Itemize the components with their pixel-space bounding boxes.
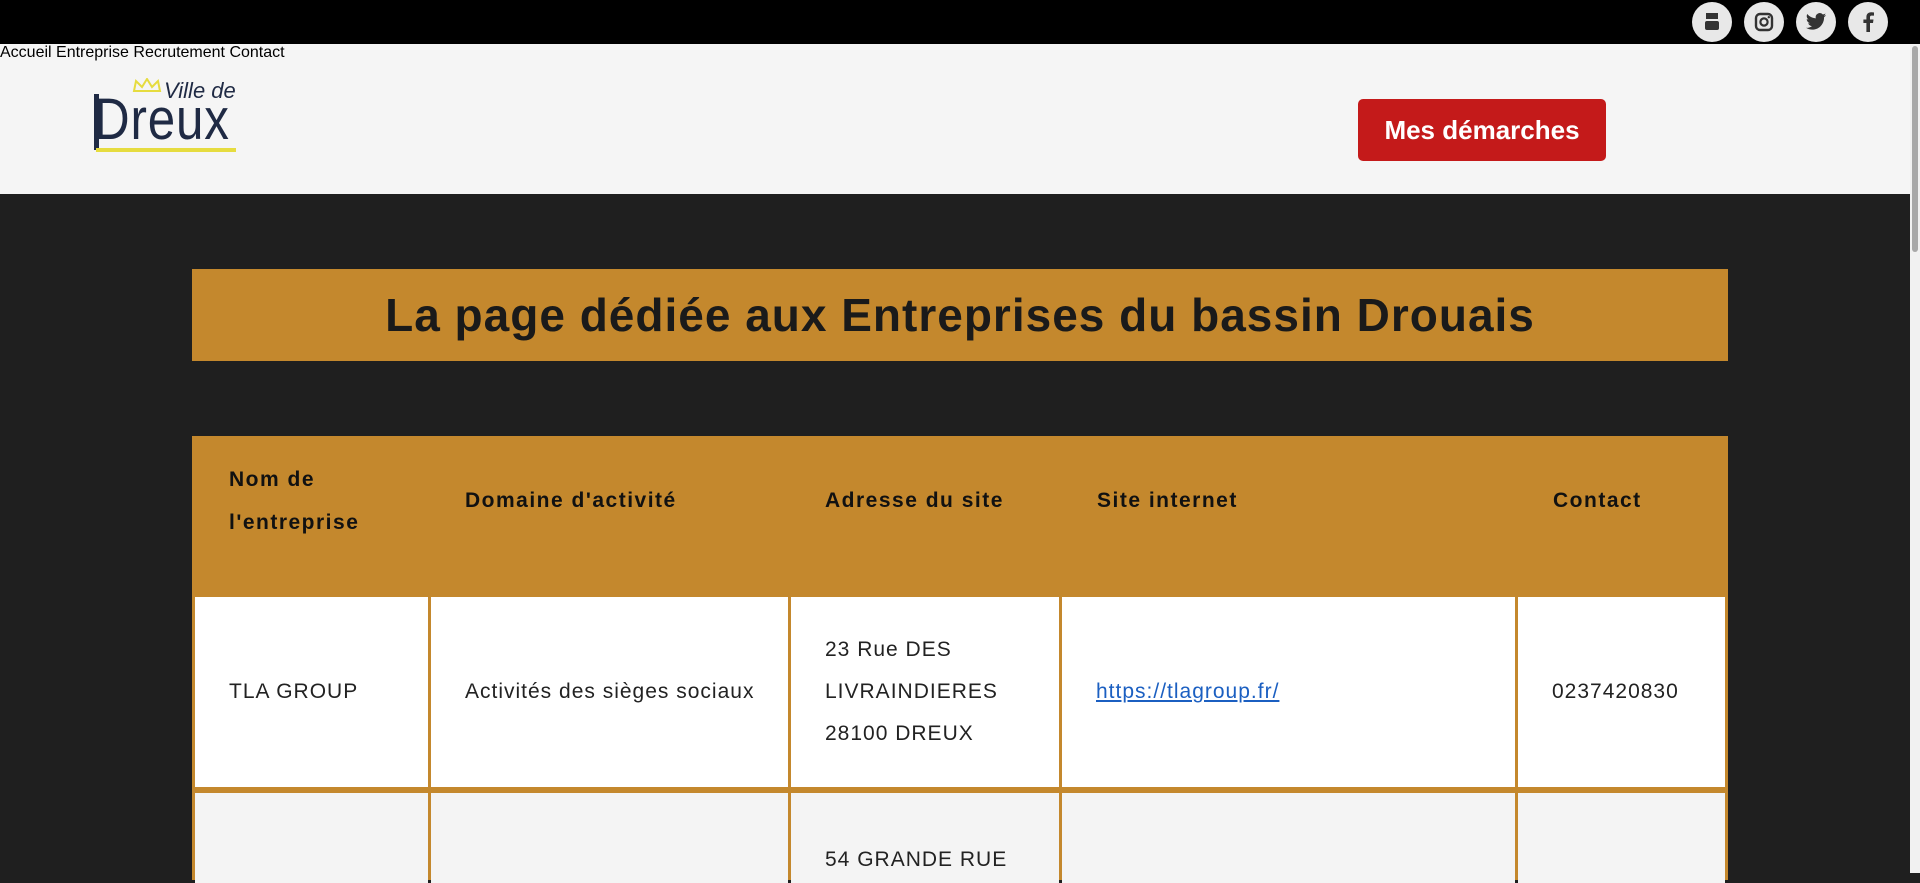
page-title: La page dédiée aux Entreprises du bassin… bbox=[385, 289, 1535, 341]
cell-website bbox=[1062, 793, 1515, 883]
cell-address: 54 GRANDE RUE bbox=[791, 793, 1059, 883]
header-adresse: Adresse du site bbox=[825, 489, 1004, 512]
twitter-icon[interactable] bbox=[1796, 2, 1836, 42]
header-contact: Contact bbox=[1553, 489, 1642, 512]
page-title-banner: La page dédiée aux Entreprises du bassin… bbox=[192, 269, 1728, 361]
cell-address: 23 Rue DES LIVRAINDIERES 28100 DREUX bbox=[791, 597, 1059, 787]
address-line: 28100 DREUX bbox=[825, 722, 974, 745]
header-domaine: Domaine d'activité bbox=[465, 489, 677, 512]
cell-contact: 0237420830 bbox=[1518, 597, 1725, 787]
cell-name: TLA GROUP bbox=[195, 597, 428, 787]
main-nav: Accueil Entreprise Recrutement Contact bbox=[0, 44, 1910, 62]
page-scrollbar[interactable] bbox=[1910, 44, 1920, 873]
cell-domain bbox=[431, 793, 788, 883]
cell-name bbox=[195, 793, 428, 883]
instagram-icon[interactable] bbox=[1744, 2, 1784, 42]
nav-entreprise[interactable]: Entreprise bbox=[56, 44, 129, 61]
youtube-icon[interactable] bbox=[1692, 2, 1732, 42]
header-site: Site internet bbox=[1097, 489, 1238, 512]
address-line: 23 Rue DES bbox=[825, 638, 952, 661]
top-bar bbox=[0, 0, 1920, 44]
header-nom: Nom de l'entreprise bbox=[229, 468, 360, 534]
address-line: LIVRAINDIERES bbox=[825, 680, 998, 703]
site-header: Ville de Dreux Accueil Entreprise Recrut… bbox=[0, 44, 1910, 194]
website-link[interactable]: https://tlagroup.fr/ bbox=[1096, 671, 1279, 713]
table-header: Nom de l'entreprise Domaine d'activité A… bbox=[192, 436, 1728, 594]
cell-contact bbox=[1518, 793, 1725, 883]
nav-contact[interactable]: Contact bbox=[229, 44, 284, 61]
table-row: 54 GRANDE RUE bbox=[192, 790, 1728, 883]
mes-demarches-button[interactable]: Mes démarches bbox=[1358, 99, 1606, 161]
address-line: 54 GRANDE RUE bbox=[825, 848, 1008, 871]
ville-de-dreux-logo[interactable]: Ville de Dreux bbox=[94, 78, 244, 152]
facebook-icon[interactable] bbox=[1848, 2, 1888, 42]
logo-dreux-text: Dreux bbox=[94, 87, 230, 152]
table-row: TLA GROUP Activités des sièges sociaux 2… bbox=[192, 594, 1728, 790]
logo-underline bbox=[96, 148, 236, 152]
cell-domain: Activités des sièges sociaux bbox=[431, 597, 788, 787]
cell-website: https://tlagroup.fr/ bbox=[1062, 597, 1515, 787]
nav-recrutement[interactable]: Recrutement bbox=[133, 44, 225, 61]
scrollbar-thumb[interactable] bbox=[1912, 46, 1918, 252]
nav-accueil[interactable]: Accueil bbox=[0, 44, 52, 61]
